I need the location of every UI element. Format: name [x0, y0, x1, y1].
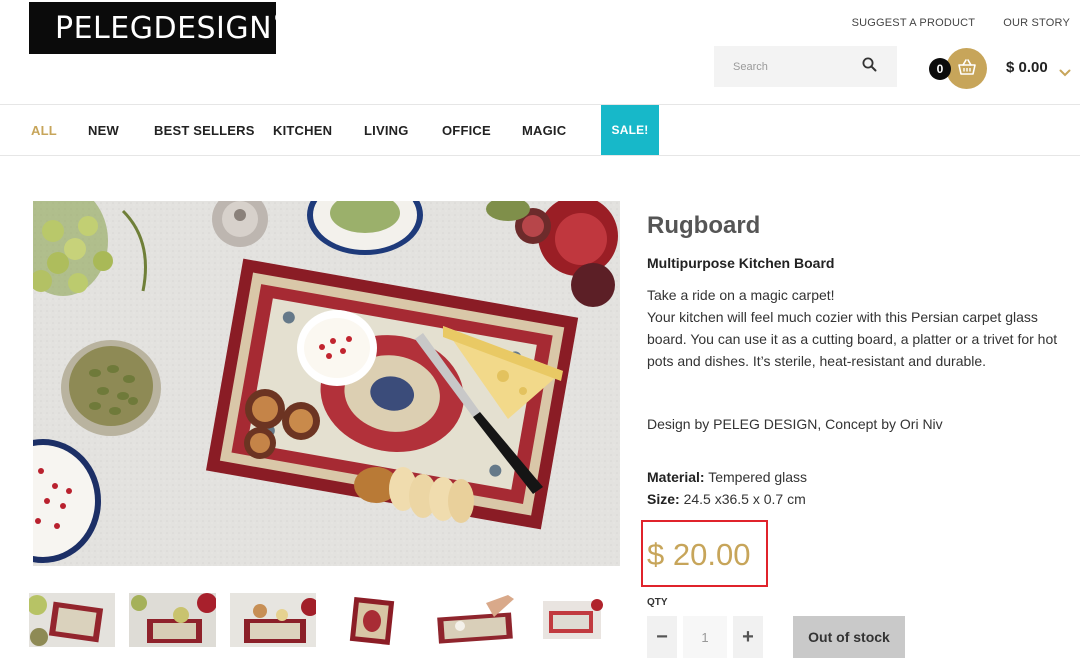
qty-increase-button[interactable]: + [733, 616, 763, 658]
nav-sale[interactable]: SALE! [601, 105, 659, 155]
cart-count-badge: 0 [929, 58, 951, 80]
search-box[interactable] [714, 46, 897, 87]
suggest-product-link[interactable]: SUGGEST A PRODUCT [852, 17, 976, 29]
nav-living[interactable]: LIVING [364, 105, 409, 155]
nav-kitchen[interactable]: KITCHEN [273, 105, 332, 155]
thumbnail-2[interactable] [129, 593, 216, 647]
material-label: Material: [647, 469, 705, 485]
thumbnail-1[interactable] [29, 593, 115, 647]
product-price: $ 20.00 [647, 537, 751, 572]
product-title: Rugboard [647, 212, 761, 239]
description-line-2: Your kitchen will feel much cozier with … [647, 309, 1058, 369]
basket-icon [957, 58, 977, 80]
material-spec: Material: Tempered glass [647, 469, 807, 485]
logo[interactable]: PELEGDESIGN ® [29, 2, 288, 54]
nav-all[interactable]: ALL [31, 105, 57, 155]
qty-label: QTY [647, 597, 668, 608]
nav-best-sellers[interactable]: BEST SELLERS [154, 105, 255, 155]
nav-office[interactable]: OFFICE [442, 105, 491, 155]
size-spec: Size: 24.5 x36.5 x 0.7 cm [647, 491, 806, 507]
cart-total[interactable]: $ 0.00 [1006, 59, 1048, 76]
thumbnail-6[interactable] [541, 593, 605, 647]
top-links: SUGGEST A PRODUCT OUR STORY [852, 17, 1070, 29]
our-story-link[interactable]: OUR STORY [1003, 17, 1070, 29]
product-description: Take a ride on a magic carpet! Your kitc… [647, 284, 1065, 372]
thumbnail-4[interactable] [346, 593, 398, 647]
thumbnail-5[interactable] [436, 593, 517, 647]
design-credit: Design by PELEG DESIGN, Concept by Ori N… [647, 416, 943, 432]
search-icon[interactable] [862, 57, 877, 76]
material-value: Tempered glass [708, 469, 808, 485]
nav-magic[interactable]: MAGIC [522, 105, 566, 155]
thumbnail-strip [0, 593, 620, 653]
size-value: 24.5 x36.5 x 0.7 cm [683, 491, 806, 507]
out-of-stock-button[interactable]: Out of stock [793, 616, 905, 658]
main-nav: ALL NEW BEST SELLERS KITCHEN LIVING OFFI… [0, 104, 1080, 156]
qty-input[interactable] [683, 616, 727, 658]
nav-new[interactable]: NEW [88, 105, 119, 155]
size-label: Size: [647, 491, 680, 507]
description-line-1: Take a ride on a magic carpet! [647, 287, 835, 303]
chevron-down-icon[interactable] [1059, 62, 1071, 81]
logo-registered-mark: ® [273, 9, 289, 27]
qty-decrease-button[interactable]: − [647, 616, 677, 658]
cart-button[interactable] [946, 48, 987, 89]
thumbnail-3[interactable] [230, 593, 316, 647]
logo-text: PELEGDESIGN [55, 10, 273, 46]
search-input[interactable] [733, 60, 843, 73]
product-main-image[interactable] [33, 201, 620, 566]
product-subtitle: Multipurpose Kitchen Board [647, 255, 835, 271]
